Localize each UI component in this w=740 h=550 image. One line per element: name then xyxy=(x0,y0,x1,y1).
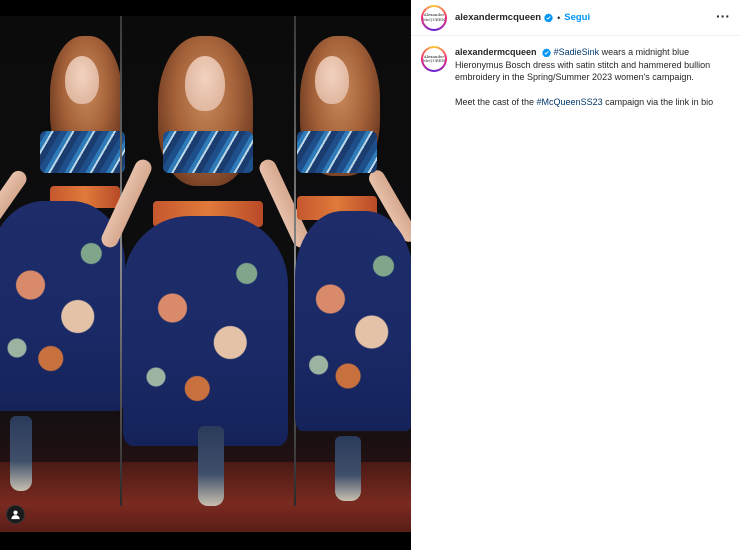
avatar[interactable]: Alexander McQUEEN xyxy=(421,4,447,31)
post-photo[interactable] xyxy=(0,0,411,550)
model-center xyxy=(98,16,313,516)
caption-text-2-before: Meet the cast of the xyxy=(455,96,537,107)
caption-avatar[interactable]: Alexander McQUEEN xyxy=(421,46,447,72)
header-username[interactable]: alexandermcqueen xyxy=(455,12,541,23)
caption-avatar-logo-text: Alexander McQUEEN xyxy=(422,53,446,63)
header-separator: • xyxy=(557,12,561,23)
caption: alexandermcqueen #SadieSink wears a midn… xyxy=(455,46,725,108)
post-sidebar: Alexander McQUEEN alexandermcqueen • Seg… xyxy=(411,0,740,550)
verified-badge-icon xyxy=(544,13,554,22)
campaign-photo xyxy=(0,16,411,532)
caption-text-2-after: campaign via the link in bio xyxy=(602,96,714,107)
user-tag-icon[interactable] xyxy=(6,505,25,524)
avatar-logo-text: Alexander McQUEEN xyxy=(422,12,446,22)
model-reflection-left xyxy=(0,16,130,516)
caption-row: Alexander McQUEEN alexandermcqueen #Sadi… xyxy=(411,36,740,108)
instagram-post: Alexander McQUEEN alexandermcqueen • Seg… xyxy=(0,0,740,550)
model-reflection-right xyxy=(295,16,411,516)
hashtag-mcqueenss23[interactable]: #McQueenSS23 xyxy=(537,97,603,107)
more-horizontal-icon[interactable]: ··· xyxy=(716,9,730,23)
post-header: Alexander McQUEEN alexandermcqueen • Seg… xyxy=(411,0,740,36)
caption-verified-badge-icon xyxy=(542,48,552,58)
follow-button[interactable]: Segui xyxy=(564,12,590,23)
caption-username[interactable]: alexandermcqueen xyxy=(455,47,537,57)
hashtag-sadiesink[interactable]: #SadieSink xyxy=(554,47,600,57)
